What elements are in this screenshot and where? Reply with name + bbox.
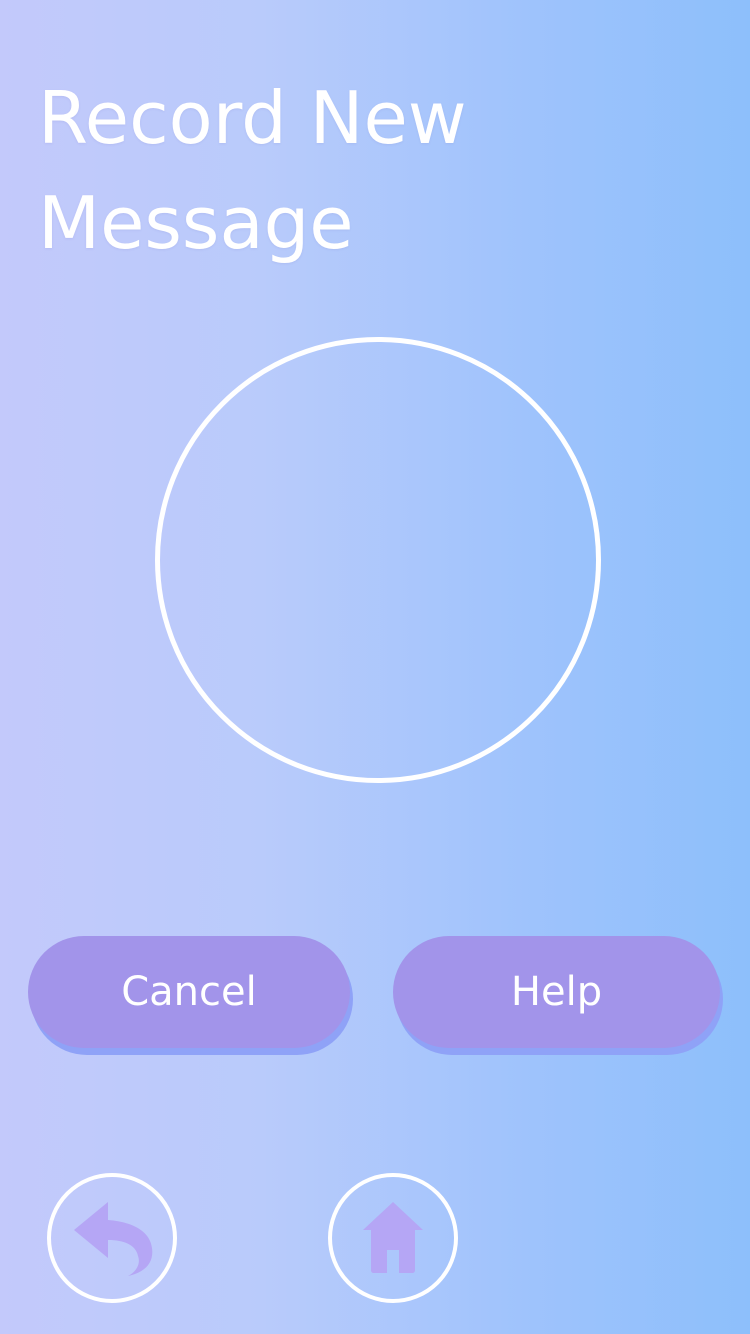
- cancel-button[interactable]: Cancel: [28, 936, 350, 1048]
- back-arrow-icon: [74, 1202, 153, 1276]
- home-icon: [363, 1202, 423, 1273]
- record-button[interactable]: [155, 337, 601, 783]
- page-title: Record New Message: [38, 76, 467, 265]
- help-button[interactable]: Help: [393, 936, 720, 1048]
- back-button[interactable]: [47, 1173, 177, 1303]
- home-button[interactable]: [328, 1173, 458, 1303]
